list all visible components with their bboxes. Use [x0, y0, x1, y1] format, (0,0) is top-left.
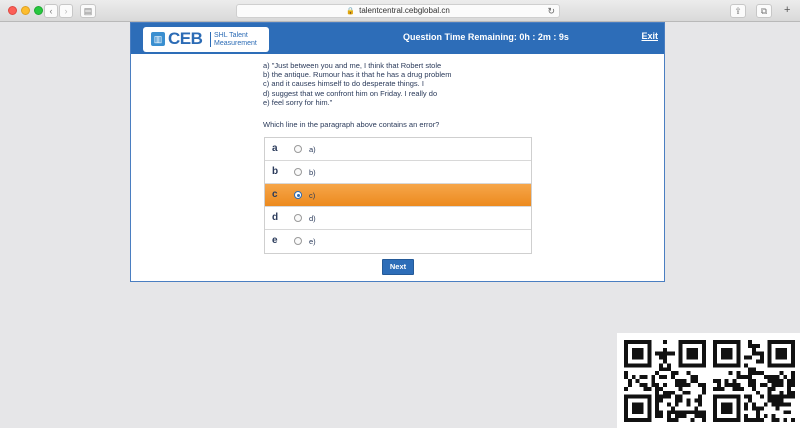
assessment-panel: ▥ CEB SHL Talent Measurement Question Ti… — [130, 22, 665, 282]
logo-divider — [210, 32, 211, 47]
passage-line: e) feel sorry for him." — [263, 97, 333, 107]
share-icon: ⇪ — [734, 6, 742, 16]
option-letter: c — [272, 189, 278, 200]
radio-button[interactable] — [294, 214, 302, 222]
qr-code-overlay — [617, 333, 800, 428]
answer-options: a a) b b) c c) d d) e e) — [264, 137, 532, 254]
radio-button[interactable] — [294, 168, 302, 176]
ceb-logo: ▥ CEB SHL Talent Measurement — [143, 27, 269, 52]
option-label: a) — [309, 145, 316, 154]
passage-line: a) "Just between you and me, I think tha… — [263, 61, 442, 70]
reload-icon[interactable]: ↻ — [547, 5, 555, 17]
sidebar-toggle-button[interactable]: ▤ — [80, 4, 96, 18]
passage-line: d) suggest that we confront him on Frida… — [263, 88, 438, 98]
radio-button[interactable] — [294, 191, 302, 199]
assessment-header: ▥ CEB SHL Talent Measurement Question Ti… — [131, 23, 664, 54]
answer-option-b[interactable]: b b) — [265, 161, 531, 184]
qr-code-image — [713, 340, 795, 422]
option-label: b) — [309, 168, 316, 177]
radio-button[interactable] — [294, 145, 302, 153]
passage-line: b) the antique. Rumour has it that he ha… — [263, 70, 452, 80]
option-label: e) — [309, 237, 316, 246]
tabs-overview-button[interactable]: ⧉ — [756, 4, 772, 18]
new-tab-button[interactable]: + — [784, 5, 790, 16]
time-remaining: Question Time Remaining: 0h : 2m : 9s — [403, 32, 569, 42]
back-button[interactable]: ‹ — [44, 4, 58, 18]
tabs-icon: ⧉ — [760, 6, 768, 16]
close-window-button[interactable] — [8, 6, 17, 15]
option-letter: d — [272, 212, 279, 223]
next-button[interactable]: Next — [382, 259, 414, 275]
exit-link[interactable]: Exit — [641, 31, 658, 41]
passage-text: a) "Just between you and me, I think tha… — [263, 61, 503, 107]
answer-option-d[interactable]: d d) — [265, 207, 531, 230]
radio-button[interactable] — [294, 237, 302, 245]
answer-option-c[interactable]: c c) — [265, 184, 531, 207]
option-letter: b — [272, 166, 279, 177]
lock-icon: 🔒 — [346, 8, 355, 15]
logo-subtitle: SHL Talent Measurement — [214, 32, 257, 47]
address-bar[interactable]: 🔒 talentcentral.cebglobal.cn ↻ — [236, 4, 560, 18]
answer-option-a[interactable]: a a) — [265, 138, 531, 161]
question-text: Which line in the paragraph above contai… — [263, 120, 440, 129]
option-label: c) — [309, 191, 316, 200]
zoom-window-button[interactable] — [34, 6, 43, 15]
share-button[interactable]: ⇪ — [730, 4, 746, 18]
passage-line: c) and it causes himself to do desperate… — [263, 79, 424, 89]
minimize-window-button[interactable] — [21, 6, 30, 15]
logo-brand: CEB — [168, 29, 203, 48]
building-icon: ▥ — [151, 32, 165, 46]
forward-button[interactable]: › — [59, 4, 73, 18]
chevron-right-icon: › — [64, 6, 68, 16]
browser-toolbar: ‹ › ▤ 🔒 talentcentral.cebglobal.cn ↻ ⇪ ⧉… — [0, 0, 800, 22]
qr-code-image — [624, 340, 706, 422]
chevron-left-icon: ‹ — [49, 6, 53, 16]
answer-option-e[interactable]: e e) — [265, 230, 531, 253]
url-text: talentcentral.cebglobal.cn — [359, 6, 450, 15]
option-label: d) — [309, 214, 316, 223]
option-letter: a — [272, 143, 278, 154]
sidebar-icon: ▤ — [83, 6, 93, 16]
option-letter: e — [272, 235, 278, 246]
